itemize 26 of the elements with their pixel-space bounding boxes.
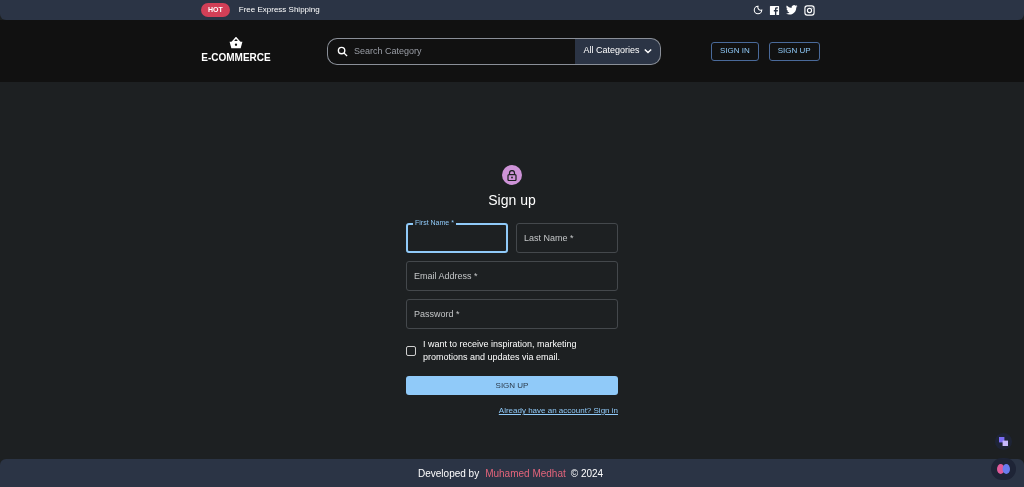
translate-icon bbox=[999, 437, 1008, 446]
basket-icon bbox=[229, 37, 243, 49]
input-field[interactable]: Email Address * bbox=[406, 261, 618, 291]
assistant-widget[interactable] bbox=[991, 458, 1016, 480]
moon-icon[interactable] bbox=[753, 5, 763, 15]
field-label: Last Name * bbox=[524, 232, 574, 245]
input-field[interactable]: Password * bbox=[406, 299, 618, 329]
sign-in-link[interactable]: Already have an account? Sign in bbox=[406, 405, 618, 417]
form-title: Sign up bbox=[488, 191, 536, 210]
newsletter-checkbox[interactable]: I want to receive inspiration, marketing promotions and updates via email. bbox=[406, 338, 618, 364]
logo-text[interactable]: E-COMMERCE bbox=[201, 50, 271, 65]
author-name: Muhamed Medhat bbox=[485, 466, 566, 481]
promo-text: Free Express Shipping bbox=[238, 4, 320, 16]
facebook-icon[interactable] bbox=[769, 4, 780, 16]
header-button[interactable]: SIGN IN bbox=[711, 41, 759, 61]
header-button[interactable]: SIGN UP bbox=[768, 41, 820, 61]
twitter-icon[interactable] bbox=[786, 5, 798, 15]
field-label: Email Address * bbox=[414, 270, 478, 283]
translate-widget[interactable] bbox=[995, 433, 1012, 450]
footer-text: Developed by bbox=[418, 466, 480, 481]
copyright-text: © 2024 bbox=[570, 466, 604, 481]
field-label: Password * bbox=[414, 308, 460, 321]
lock-icon bbox=[507, 169, 517, 181]
instagram-icon[interactable] bbox=[804, 4, 815, 16]
sign-up-button[interactable]: SIGN UP bbox=[406, 376, 618, 395]
input-field[interactable]: Last Name * bbox=[516, 223, 618, 253]
